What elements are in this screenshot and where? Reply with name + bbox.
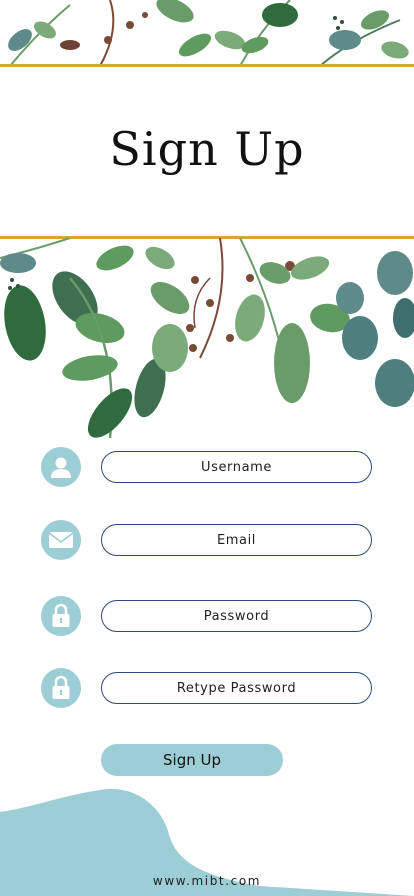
user-icon [41, 447, 81, 487]
email-input[interactable] [101, 524, 372, 556]
lock-icon [41, 668, 81, 708]
password-input[interactable] [101, 600, 372, 632]
foliage-bottom-decoration [0, 238, 414, 438]
sign-up-button[interactable]: Sign Up [101, 744, 283, 776]
username-input[interactable] [101, 451, 372, 483]
retype-password-input[interactable] [101, 672, 372, 704]
username-row [0, 447, 414, 487]
page-title: Sign Up [109, 122, 305, 176]
lock-icon [41, 596, 81, 636]
foliage-top-decoration [8, 0, 409, 66]
website-link[interactable]: www.mibt.com [0, 874, 414, 888]
retype-password-row [0, 668, 414, 708]
email-row [0, 520, 414, 560]
password-row [0, 596, 414, 636]
gold-divider-top [0, 64, 414, 67]
envelope-icon [41, 520, 81, 560]
